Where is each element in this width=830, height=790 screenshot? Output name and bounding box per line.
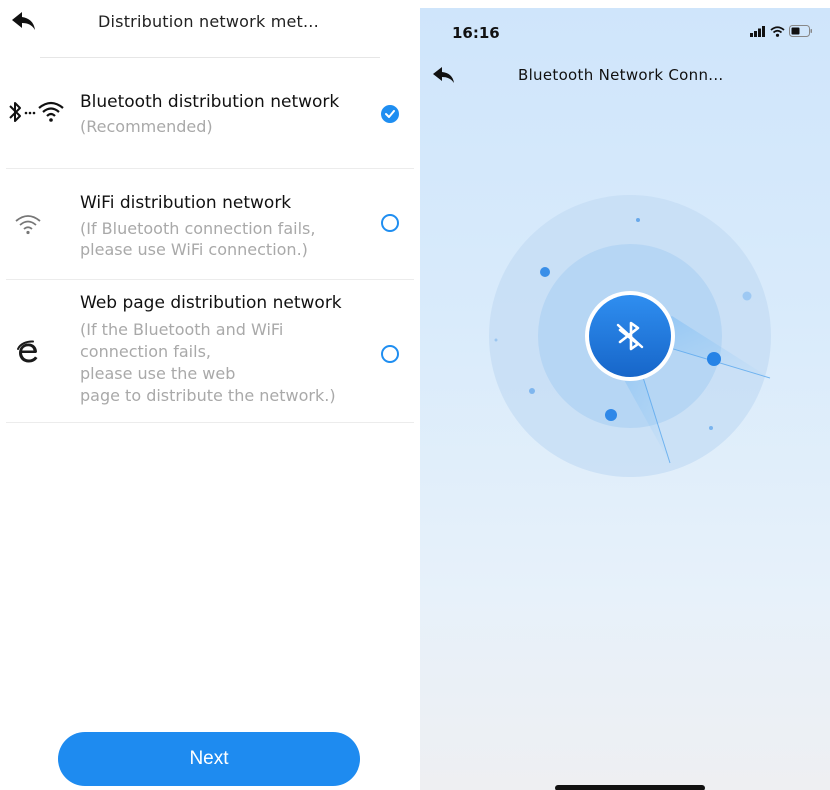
home-indicator — [555, 785, 705, 790]
option-subtitle-line: page to distribute the network.) — [80, 386, 336, 405]
bluetooth-scan-animation — [489, 195, 771, 477]
option-title: Bluetooth distribution network — [80, 92, 340, 112]
wifi-icon — [14, 213, 42, 235]
device-dot — [709, 426, 713, 430]
radio-unselected[interactable] — [381, 345, 399, 363]
bluetooth-wifi-icon — [6, 98, 72, 126]
option-wifi[interactable]: WiFi distribution network (If Bluetooth … — [0, 169, 414, 279]
bluetooth-connection-screen: 16:16 Bluetooth Network Conn... — [420, 8, 830, 790]
option-title: Web page distribution network — [80, 293, 342, 313]
option-subtitle-line: (If the Bluetooth and WiFi — [80, 320, 284, 339]
radio-selected[interactable] — [381, 105, 399, 123]
option-subtitle-line: (If Bluetooth connection fails, — [80, 219, 316, 238]
internet-explorer-icon — [16, 340, 40, 364]
device-dot — [540, 267, 550, 277]
option-subtitle-line: connection fails, — [80, 342, 211, 361]
page-title: Distribution network met... — [98, 12, 319, 31]
option-subtitle: (Recommended) — [80, 117, 213, 136]
next-button[interactable]: Next — [58, 732, 360, 786]
back-arrow-icon[interactable] — [10, 10, 38, 32]
option-subtitle-line: please use the web — [80, 364, 236, 383]
option-subtitle-line: please use WiFi connection.) — [80, 240, 308, 259]
device-dot — [529, 388, 535, 394]
device-dot — [494, 338, 498, 342]
radio-unselected[interactable] — [381, 214, 399, 232]
device-dot — [605, 409, 617, 421]
option-web-page[interactable]: Web page distribution network (If the Bl… — [0, 280, 414, 422]
check-icon — [385, 110, 395, 118]
device-dot — [742, 291, 752, 301]
option-divider — [6, 422, 414, 423]
option-title: WiFi distribution network — [80, 193, 292, 213]
device-dot — [707, 352, 721, 366]
distribution-method-screen: Distribution network met... Bluetooth di… — [0, 0, 414, 790]
device-dot — [636, 218, 640, 222]
option-bluetooth[interactable]: Bluetooth distribution network (Recommen… — [0, 58, 414, 168]
